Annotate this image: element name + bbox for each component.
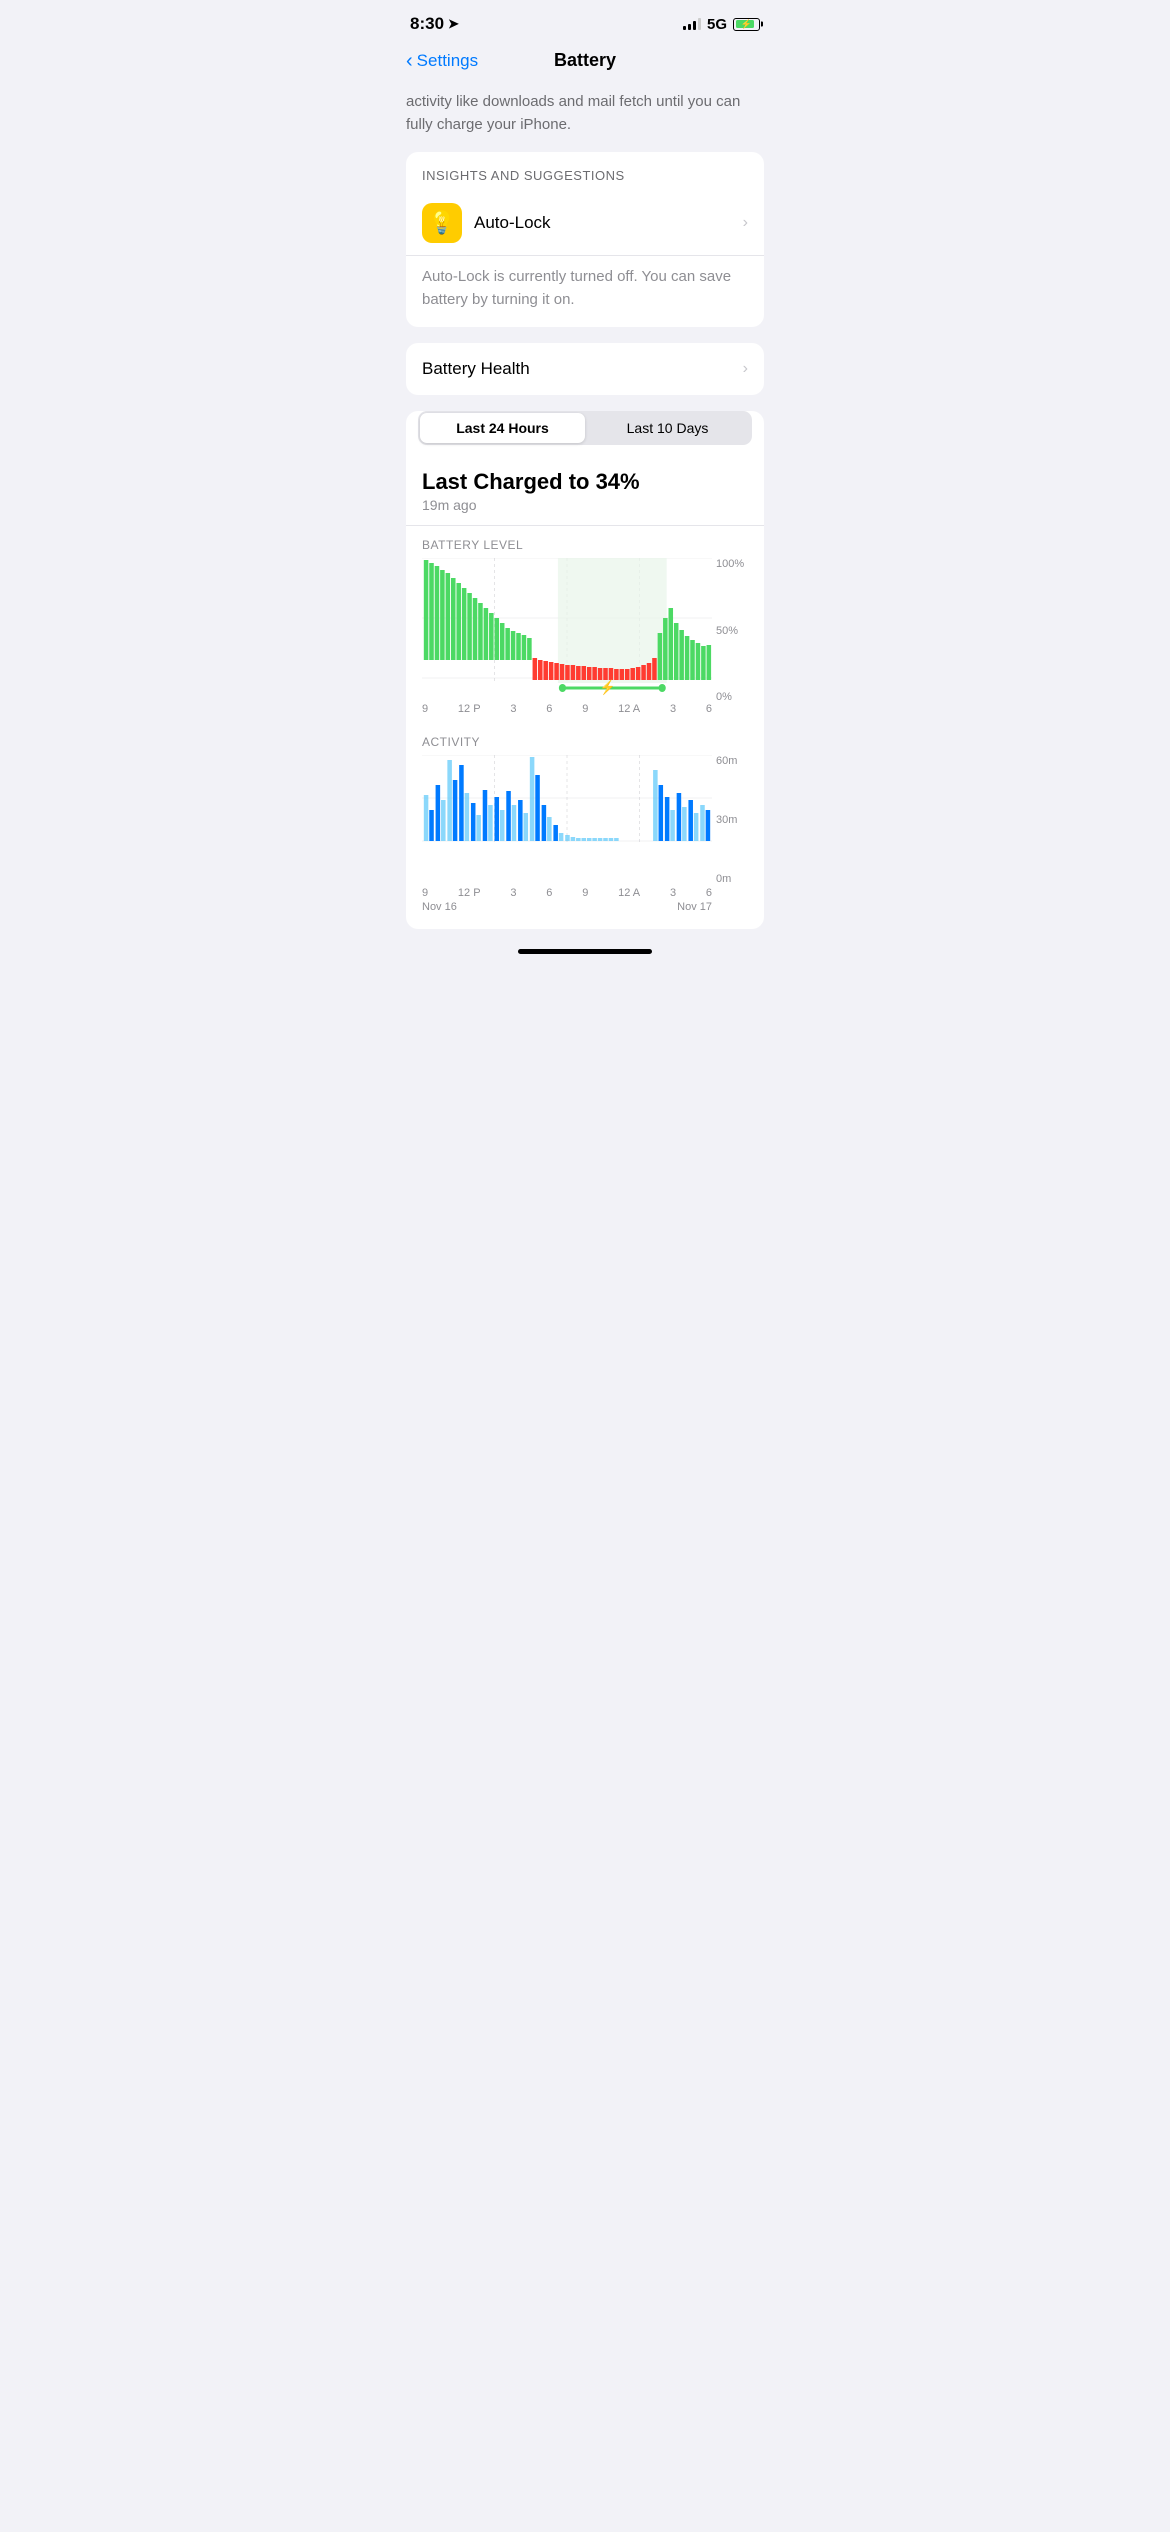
act-x-label-3b: 3 (670, 887, 676, 899)
signal-bar-1 (683, 26, 686, 30)
x-label-6: 6 (546, 703, 552, 715)
time-display: 8:30 (410, 14, 444, 34)
activity-section: ACTIVITY (406, 723, 764, 929)
autolock-chevron-icon: › (743, 214, 748, 232)
autolock-icon: 💡 (422, 203, 462, 243)
autolock-description: Auto-Lock is currently turned off. You c… (406, 256, 764, 327)
date-label-nov16: Nov 16 (422, 901, 457, 913)
charge-subtitle: 19m ago (422, 497, 748, 513)
act-x-label-3: 3 (510, 887, 516, 899)
autolock-row[interactable]: 💡 Auto-Lock › (406, 191, 764, 256)
act-y-label-0m: 0m (716, 873, 748, 885)
signal-bar-4 (698, 18, 701, 30)
insights-section-header: INSIGHTS AND SUGGESTIONS (406, 152, 764, 191)
nav-bar: ‹ Settings Battery (390, 42, 780, 83)
battery-level-section: BATTERY LEVEL (406, 526, 764, 723)
x-label-12a: 12 A (618, 703, 640, 715)
location-icon: ➤ (448, 16, 459, 32)
activity-label: ACTIVITY (422, 735, 748, 749)
battery-shell: ⚡ (733, 18, 760, 31)
act-x-label-9: 9 (422, 887, 428, 899)
network-label: 5G (707, 16, 727, 33)
status-bar: 8:30 ➤ 5G ⚡ (390, 0, 780, 42)
back-label: Settings (417, 51, 478, 71)
intro-text: activity like downloads and mail fetch u… (390, 83, 780, 152)
insights-card: INSIGHTS AND SUGGESTIONS 💡 Auto-Lock › A… (406, 152, 764, 327)
act-x-label-9b: 9 (582, 887, 588, 899)
signal-bar-2 (688, 24, 691, 30)
battery-level-label: BATTERY LEVEL (422, 538, 748, 552)
x-label-9: 9 (422, 703, 428, 715)
signal-bar-3 (693, 21, 696, 30)
status-time: 8:30 ➤ (410, 14, 459, 34)
act-y-label-30m: 30m (716, 814, 748, 826)
back-chevron-icon: ‹ (406, 51, 413, 71)
x-label-3b: 3 (670, 703, 676, 715)
home-indicator (518, 949, 652, 954)
svg-text:⚡: ⚡ (600, 678, 616, 696)
x-label-6b: 6 (706, 703, 712, 715)
back-button[interactable]: ‹ Settings (406, 51, 478, 71)
charge-info: Last Charged to 34% 19m ago (406, 461, 764, 526)
act-x-label-12a: 12 A (618, 887, 640, 899)
time-segment-control[interactable]: Last 24 Hours Last 10 Days (418, 411, 752, 445)
battery-chart-card: Last 24 Hours Last 10 Days Last Charged … (406, 411, 764, 929)
battery-icon: ⚡ (733, 18, 760, 31)
page-title: Battery (554, 50, 616, 71)
act-x-label-6: 6 (546, 887, 552, 899)
x-label-3: 3 (510, 703, 516, 715)
x-label-12p: 12 P (458, 703, 481, 715)
signal-bars (683, 18, 701, 30)
x-label-9b: 9 (582, 703, 588, 715)
autolock-title: Auto-Lock (474, 213, 731, 233)
battery-health-row[interactable]: Battery Health › (406, 343, 764, 395)
y-label-0: 0% (716, 691, 748, 703)
segment-10days[interactable]: Last 10 Days (585, 413, 750, 443)
battery-level-chart: ⚡ (422, 558, 712, 703)
battery-health-card[interactable]: Battery Health › (406, 343, 764, 395)
battery-bolt-icon: ⚡ (741, 19, 752, 30)
charge-title: Last Charged to 34% (422, 469, 748, 495)
segment-24hours[interactable]: Last 24 Hours (420, 413, 585, 443)
status-right: 5G ⚡ (683, 16, 760, 33)
act-x-label-6b: 6 (706, 887, 712, 899)
battery-health-chevron-icon: › (743, 360, 748, 378)
y-label-50: 50% (716, 625, 748, 637)
date-label-nov17: Nov 17 (522, 901, 712, 913)
y-label-100: 100% (716, 558, 748, 570)
act-y-label-60m: 60m (716, 755, 748, 767)
activity-chart (422, 755, 712, 885)
act-x-label-12p: 12 P (458, 887, 481, 899)
battery-health-label: Battery Health (422, 359, 530, 379)
